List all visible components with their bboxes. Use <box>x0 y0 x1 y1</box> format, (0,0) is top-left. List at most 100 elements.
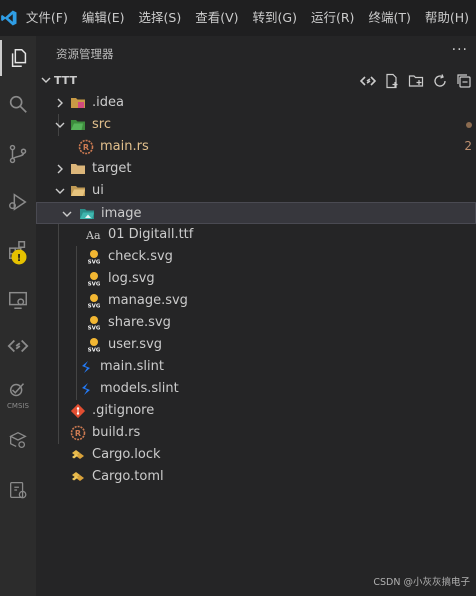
tree-item-main-rs[interactable]: R main.rs 2 <box>36 136 476 158</box>
src-folder-icon <box>70 117 86 133</box>
tree-item-share-svg[interactable]: SVG share.svg <box>36 312 476 334</box>
rust-file-icon: R <box>78 139 94 155</box>
cargo-file-icon <box>70 469 86 485</box>
svg-text:SVG: SVG <box>88 304 101 310</box>
svg-text:SVG: SVG <box>88 260 101 266</box>
tree-item-label: .gitignore <box>92 403 155 418</box>
svg-file-icon: SVG <box>86 337 102 354</box>
chevron-right-icon <box>54 97 66 113</box>
activity-bar: ! CMSIS <box>0 36 36 596</box>
new-file-icon[interactable] <box>380 70 404 92</box>
explorer-sidebar: 资源管理器 ··· TTT .idea src R main.rs 2 targ… <box>36 36 476 596</box>
tree-item-idea[interactable]: .idea <box>36 92 476 114</box>
run-debug-icon[interactable] <box>0 184 36 220</box>
rust-file-icon: R <box>70 425 86 441</box>
explorer-icon[interactable] <box>0 40 36 76</box>
svg-file-icon: SVG <box>86 315 102 332</box>
workspace-name: TTT <box>54 74 78 87</box>
tree-item-label: Cargo.toml <box>92 469 164 484</box>
tree-item-check-svg[interactable]: SVG check.svg <box>36 246 476 268</box>
watermark: CSDN @小灰灰搞电子 <box>373 577 470 588</box>
tree-item-cargo-toml[interactable]: Cargo.toml <box>36 466 476 488</box>
tree-item-manage-svg[interactable]: SVG manage.svg <box>36 290 476 312</box>
svg-text:!: ! <box>17 253 22 264</box>
slint-file-icon <box>78 359 94 375</box>
menu-edit[interactable]: 编辑(E) <box>75 0 132 36</box>
tree-item-build-rs[interactable]: R build.rs <box>36 422 476 444</box>
tree-item-label: log.svg <box>108 271 155 286</box>
menu-go[interactable]: 转到(G) <box>246 0 304 36</box>
svg-text:Aa: Aa <box>86 229 101 242</box>
embedded-tools-icon[interactable] <box>0 472 36 508</box>
tree-item-label: check.svg <box>108 249 173 264</box>
tree-item-models-slint[interactable]: models.slint <box>36 378 476 400</box>
menu-selection[interactable]: 选择(S) <box>132 0 189 36</box>
tree-item-ui[interactable]: ui <box>36 180 476 202</box>
tree-item-gitignore[interactable]: .gitignore <box>36 400 476 422</box>
chevron-right-icon <box>54 163 66 179</box>
device-manager-icon[interactable] <box>0 422 36 458</box>
folder-icon <box>70 161 86 177</box>
warning-icon: ! <box>10 248 28 266</box>
search-icon[interactable] <box>0 86 36 122</box>
tree-item-image[interactable]: image <box>36 202 476 224</box>
tree-item-label: .idea <box>92 95 124 110</box>
menu-run[interactable]: 运行(R) <box>304 0 361 36</box>
collapse-all-icon[interactable] <box>452 70 476 92</box>
cargo-file-icon <box>70 447 86 463</box>
source-control-icon[interactable] <box>0 136 36 172</box>
tree-item-font-file[interactable]: Aa 01 Digitall.ttf <box>36 224 476 246</box>
tree-item-label: share.svg <box>108 315 171 330</box>
new-folder-icon[interactable] <box>404 70 428 92</box>
svg-text:R: R <box>75 429 81 438</box>
tree-item-label: build.rs <box>92 425 141 440</box>
tree-item-user-svg[interactable]: SVG user.svg <box>36 334 476 356</box>
svg-text:SVG: SVG <box>88 282 101 288</box>
git-file-icon <box>70 403 86 419</box>
remote-explorer-icon[interactable] <box>0 282 36 318</box>
tree-item-label: models.slint <box>100 381 179 396</box>
chevron-down-icon <box>61 208 73 224</box>
tree-item-label: target <box>92 161 132 176</box>
svg-file-icon: SVG <box>86 249 102 266</box>
tree-item-label: manage.svg <box>108 293 188 308</box>
tree-item-label: image <box>101 206 142 221</box>
tree-item-label: 01 Digitall.ttf <box>108 227 194 242</box>
idea-folder-icon <box>70 95 86 111</box>
font-file-icon: Aa <box>85 228 102 244</box>
slint-preview-icon[interactable] <box>356 70 380 92</box>
cmsis-label: CMSIS <box>7 402 29 410</box>
tree-item-target[interactable]: target <box>36 158 476 180</box>
tree-item-label: main.rs <box>100 139 149 154</box>
modified-dot <box>466 122 472 128</box>
menu-terminal[interactable]: 终端(T) <box>361 0 417 36</box>
open-folder-icon <box>70 183 86 199</box>
tree-item-label: user.svg <box>108 337 163 352</box>
sidebar-title: 资源管理器 <box>56 47 114 61</box>
refresh-icon[interactable] <box>428 70 452 92</box>
chevron-down-icon <box>40 74 52 90</box>
vscode-logo-icon <box>0 0 19 36</box>
image-folder-icon <box>79 206 95 222</box>
tree-item-label: Cargo.lock <box>92 447 161 462</box>
slint-file-icon <box>78 381 94 397</box>
section-actions <box>356 70 476 92</box>
svg-text:SVG: SVG <box>88 326 101 332</box>
menu-bar: 文件(F) 编辑(E) 选择(S) 查看(V) 转到(G) 运行(R) 终端(T… <box>0 0 476 36</box>
menu-view[interactable]: 查看(V) <box>188 0 245 36</box>
menu-file[interactable]: 文件(F) <box>19 0 75 36</box>
svg-file-icon: SVG <box>86 271 102 288</box>
tree-item-src[interactable]: src <box>36 114 476 136</box>
more-actions-icon[interactable]: ··· <box>452 42 468 58</box>
tree-item-label: ui <box>92 183 104 198</box>
tree-item-log-svg[interactable]: SVG log.svg <box>36 268 476 290</box>
tree-item-label: src <box>92 117 111 132</box>
menu-help[interactable]: 帮助(H) <box>418 0 476 36</box>
problem-count-badge: 2 <box>464 139 472 153</box>
chevron-down-icon <box>54 185 66 201</box>
tree-item-cargo-lock[interactable]: Cargo.lock <box>36 444 476 466</box>
tree-item-main-slint[interactable]: main.slint <box>36 356 476 378</box>
slint-icon[interactable] <box>0 328 36 364</box>
tree-item-label: main.slint <box>100 359 164 374</box>
svg-file-icon: SVG <box>86 293 102 310</box>
